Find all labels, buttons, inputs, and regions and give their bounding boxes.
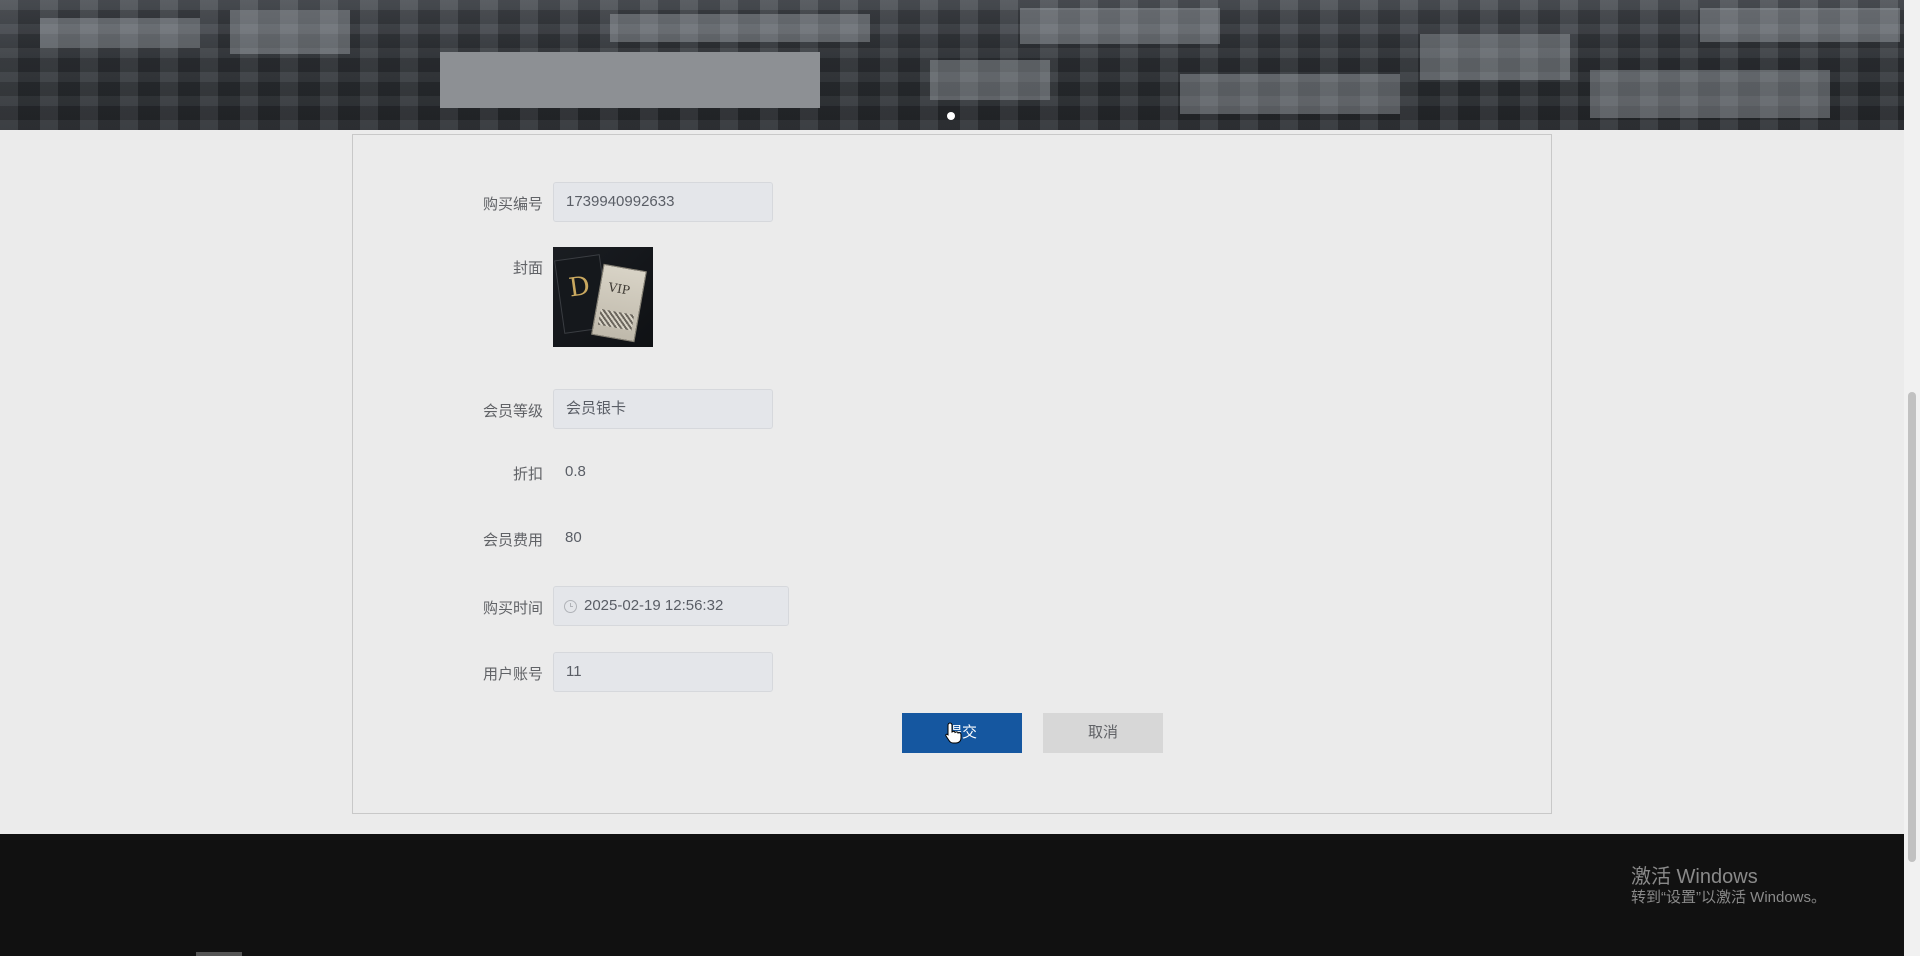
- page-footer: [0, 834, 1904, 956]
- scrollbar-thumb[interactable]: [1908, 392, 1916, 862]
- member-fee-value: 80: [565, 529, 582, 546]
- clock-icon: [564, 600, 577, 613]
- cancel-button[interactable]: 取消: [1043, 713, 1163, 753]
- submit-button[interactable]: 提交: [902, 713, 1022, 753]
- cover-label: 封面: [512, 260, 543, 277]
- user-account-label: 用户账号: [482, 666, 543, 683]
- purchase-time-label: 购买时间: [482, 600, 543, 617]
- discount-value: 0.8: [565, 463, 586, 480]
- purchase-time-picker[interactable]: 2025-02-19 12:56:32: [553, 586, 789, 626]
- discount-label: 折扣: [512, 466, 543, 483]
- hand-cursor-icon: [945, 722, 962, 744]
- member-fee-label: 会员费用: [482, 532, 543, 549]
- member-level-label: 会员等级: [482, 403, 543, 420]
- banner-carousel: [0, 0, 1904, 130]
- purchase-number-field[interactable]: 1739940992633: [553, 182, 773, 222]
- purchase-form: 购买编号 1739940992633 封面 D VIP 会员等级 会员银卡 折扣…: [352, 134, 1552, 814]
- user-account-field[interactable]: 11: [553, 652, 773, 692]
- member-level-field[interactable]: 会员银卡: [553, 389, 773, 429]
- carousel-indicator-dot[interactable]: [947, 112, 955, 120]
- purchase-number-label: 购买编号: [482, 196, 543, 213]
- page: 购买编号 1739940992633 封面 D VIP 会员等级 会员银卡 折扣…: [0, 0, 1920, 956]
- cover-image[interactable]: D VIP: [553, 247, 653, 347]
- purchase-time-value: 2025-02-19 12:56:32: [584, 597, 724, 614]
- taskbar-fragment: [196, 952, 242, 956]
- windows-activation-title: 激活 Windows: [1631, 866, 1758, 888]
- windows-activation-subtitle: 转到“设置”以激活 Windows。: [1631, 889, 1827, 906]
